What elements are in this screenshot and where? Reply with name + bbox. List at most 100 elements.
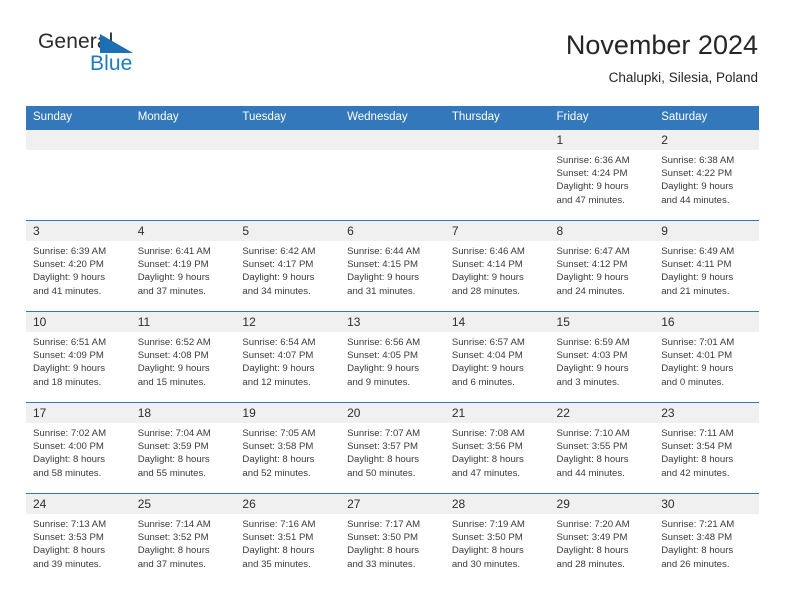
daylight-text-line1: Daylight: 8 hours: [347, 454, 420, 466]
sunset-text: Sunset: 3:52 PM: [137, 532, 209, 544]
sunrise-text: Sunrise: 7:13 AM: [33, 519, 107, 530]
day-cell-content: 23 Sunrise: 7:11 AM Sunset: 3:54 PM Dayligh…: [654, 403, 759, 493]
day-number: [444, 130, 550, 150]
daylight-text-line2: and 3 minutes.: [556, 376, 620, 388]
calendar-day-cell[interactable]: 2 Sunrise: 6:38 AM Sunset: 4:22 PM Daylight…: [654, 130, 759, 221]
day-number: 22: [549, 403, 655, 423]
calendar-day-cell[interactable]: 20 Sunrise: 7:07 AM Sunset: 3:57 PM Dayligh…: [340, 402, 445, 494]
day-details: Sunrise: 7:04 AM Sunset: 3:59 PM Daylight:…: [131, 423, 236, 480]
day-details: Sunrise: 6:47 AM Sunset: 4:12 PM Daylight:…: [550, 241, 655, 298]
day-number: [26, 130, 131, 150]
weekday-header-tuesday: Tuesday: [235, 106, 341, 130]
calendar-day-cell: [444, 130, 550, 221]
calendar-day-cell[interactable]: 7 Sunrise: 6:46 AM Sunset: 4:14 PM Daylight…: [444, 220, 550, 312]
calendar-week-row: 24 Sunrise: 7:13 AM Sunset: 3:53 PM Dayligh…: [26, 493, 759, 584]
calendar-day-cell[interactable]: 19 Sunrise: 7:05 AM Sunset: 3:58 PM Dayligh…: [235, 402, 341, 494]
day-number: 12: [235, 312, 341, 332]
calendar-table: Sunday Monday Tuesday Wednesday Thursday…: [26, 106, 759, 584]
daylight-text-line1: Daylight: 9 hours: [347, 363, 420, 375]
calendar-day-cell[interactable]: 26 Sunrise: 7:16 AM Sunset: 3:51 PM Dayligh…: [235, 493, 341, 584]
daylight-text-line1: Daylight: 8 hours: [347, 545, 420, 557]
day-details: Sunrise: 7:14 AM Sunset: 3:52 PM Daylight:…: [131, 514, 236, 571]
sunset-text: Sunset: 4:20 PM: [33, 259, 104, 271]
sunrise-text: Sunrise: 6:39 AM: [33, 246, 107, 257]
daylight-text-line2: and 47 minutes.: [451, 467, 521, 479]
daylight-text-line1: Daylight: 8 hours: [242, 545, 315, 557]
day-number: 28: [444, 494, 550, 514]
sunrise-text: Sunrise: 6:47 AM: [556, 246, 630, 257]
daylight-text-line2: and 18 minutes.: [33, 376, 102, 388]
daylight-text-line2: and 24 minutes.: [556, 285, 625, 297]
sunrise-text: Sunrise: 7:16 AM: [242, 519, 316, 530]
day-cell-content: 29 Sunrise: 7:20 AM Sunset: 3:49 PM Dayligh…: [549, 494, 655, 584]
sunset-text: Sunset: 3:59 PM: [137, 441, 209, 453]
calendar-day-cell[interactable]: 16 Sunrise: 7:01 AM Sunset: 4:01 PM Dayligh…: [654, 311, 759, 403]
day-number: 5: [235, 221, 341, 241]
day-cell-content: 18 Sunrise: 7:04 AM Sunset: 3:59 PM Dayligh…: [130, 403, 236, 493]
day-details: Sunrise: 7:21 AM Sunset: 3:48 PM Daylight:…: [654, 514, 759, 571]
calendar-week-row: 1 Sunrise: 6:36 AM Sunset: 4:24 PM Daylight…: [26, 130, 759, 221]
day-details: Sunrise: 6:56 AM Sunset: 4:05 PM Daylight:…: [340, 332, 445, 389]
day-cell-content: 14 Sunrise: 6:57 AM Sunset: 4:04 PM Dayligh…: [444, 312, 550, 402]
sunset-text: Sunset: 4:08 PM: [137, 350, 209, 362]
daylight-text-line1: Daylight: 8 hours: [661, 454, 734, 466]
calendar-day-cell[interactable]: 18 Sunrise: 7:04 AM Sunset: 3:59 PM Dayligh…: [130, 402, 236, 494]
calendar-day-cell[interactable]: 12 Sunrise: 6:54 AM Sunset: 4:07 PM Dayligh…: [235, 311, 341, 403]
page-header: General Blue November 2024 Chalupki, Sil…: [34, 28, 758, 98]
calendar-day-cell[interactable]: 30 Sunrise: 7:21 AM Sunset: 3:48 PM Dayligh…: [654, 493, 759, 584]
calendar-day-cell[interactable]: 27 Sunrise: 7:17 AM Sunset: 3:50 PM Dayligh…: [340, 493, 445, 584]
sunset-text: Sunset: 3:49 PM: [556, 532, 628, 544]
day-number: 2: [654, 130, 759, 150]
day-cell-content: 27 Sunrise: 7:17 AM Sunset: 3:50 PM Dayligh…: [340, 494, 445, 584]
calendar-day-cell[interactable]: 5 Sunrise: 6:42 AM Sunset: 4:17 PM Daylight…: [235, 220, 341, 312]
calendar-day-cell[interactable]: 6 Sunrise: 6:44 AM Sunset: 4:15 PM Daylight…: [340, 220, 445, 312]
day-number: 16: [654, 312, 759, 332]
sunrise-text: Sunrise: 6:36 AM: [556, 155, 630, 166]
daylight-text-line1: Daylight: 8 hours: [451, 545, 524, 557]
daylight-text-line1: Daylight: 9 hours: [137, 272, 210, 284]
calendar-day-cell[interactable]: 22 Sunrise: 7:10 AM Sunset: 3:55 PM Dayligh…: [549, 402, 655, 494]
daylight-text-line1: Daylight: 9 hours: [242, 272, 315, 284]
calendar-day-cell[interactable]: 13 Sunrise: 6:56 AM Sunset: 4:05 PM Dayligh…: [340, 311, 445, 403]
day-number: 30: [654, 494, 759, 514]
sunrise-text: Sunrise: 6:46 AM: [451, 246, 525, 257]
day-number: 19: [235, 403, 341, 423]
calendar-day-cell[interactable]: 24 Sunrise: 7:13 AM Sunset: 3:53 PM Dayligh…: [26, 493, 131, 584]
calendar-day-cell[interactable]: 10 Sunrise: 6:51 AM Sunset: 4:09 PM Dayligh…: [26, 311, 131, 403]
calendar-day-cell[interactable]: 28 Sunrise: 7:19 AM Sunset: 3:50 PM Dayligh…: [444, 493, 550, 584]
sunrise-text: Sunrise: 7:21 AM: [661, 519, 735, 530]
sunrise-text: Sunrise: 7:05 AM: [242, 428, 316, 439]
day-cell-content: 26 Sunrise: 7:16 AM Sunset: 3:51 PM Dayligh…: [235, 494, 341, 584]
calendar-day-cell[interactable]: 3 Sunrise: 6:39 AM Sunset: 4:20 PM Daylight…: [26, 220, 131, 312]
brand-logo[interactable]: General Blue: [34, 28, 234, 86]
day-details: Sunrise: 6:57 AM Sunset: 4:04 PM Daylight:…: [445, 332, 550, 389]
weekday-header-friday: Friday: [549, 106, 655, 130]
sunset-text: Sunset: 4:07 PM: [242, 350, 314, 362]
calendar-day-cell[interactable]: 9 Sunrise: 6:49 AM Sunset: 4:11 PM Daylight…: [654, 220, 759, 312]
day-number: 17: [26, 403, 131, 423]
calendar-day-cell[interactable]: 8 Sunrise: 6:47 AM Sunset: 4:12 PM Daylight…: [549, 220, 655, 312]
day-details: Sunrise: 6:38 AM Sunset: 4:22 PM Daylight:…: [654, 150, 759, 207]
sunset-text: Sunset: 4:09 PM: [33, 350, 104, 362]
calendar-day-cell[interactable]: 14 Sunrise: 6:57 AM Sunset: 4:04 PM Dayligh…: [444, 311, 550, 403]
calendar-day-cell[interactable]: 25 Sunrise: 7:14 AM Sunset: 3:52 PM Dayligh…: [130, 493, 236, 584]
sunset-text: Sunset: 4:14 PM: [451, 259, 523, 271]
calendar-day-cell[interactable]: 21 Sunrise: 7:08 AM Sunset: 3:56 PM Dayligh…: [444, 402, 550, 494]
calendar-day-cell[interactable]: 23 Sunrise: 7:11 AM Sunset: 3:54 PM Dayligh…: [654, 402, 759, 494]
daylight-text-line2: and 34 minutes.: [242, 285, 311, 297]
sunrise-text: Sunrise: 7:14 AM: [137, 519, 211, 530]
day-cell-content: 11 Sunrise: 6:52 AM Sunset: 4:08 PM Dayligh…: [130, 312, 236, 402]
calendar-day-cell[interactable]: 15 Sunrise: 6:59 AM Sunset: 4:03 PM Dayligh…: [549, 311, 655, 403]
calendar-day-cell[interactable]: 1 Sunrise: 6:36 AM Sunset: 4:24 PM Daylight…: [549, 130, 655, 221]
daylight-text-line2: and 0 minutes.: [661, 376, 725, 388]
sunset-text: Sunset: 4:01 PM: [661, 350, 733, 362]
calendar-day-cell[interactable]: 29 Sunrise: 7:20 AM Sunset: 3:49 PM Dayligh…: [549, 493, 655, 584]
calendar-day-cell[interactable]: 17 Sunrise: 7:02 AM Sunset: 4:00 PM Dayligh…: [26, 402, 131, 494]
daylight-text-line2: and 39 minutes.: [33, 558, 102, 570]
day-number: 11: [130, 312, 236, 332]
calendar-day-cell[interactable]: 4 Sunrise: 6:41 AM Sunset: 4:19 PM Daylight…: [130, 220, 236, 312]
daylight-text-line1: Daylight: 9 hours: [556, 363, 629, 375]
day-details: Sunrise: 6:51 AM Sunset: 4:09 PM Daylight:…: [26, 332, 131, 389]
calendar-day-cell[interactable]: 11 Sunrise: 6:52 AM Sunset: 4:08 PM Dayligh…: [130, 311, 236, 403]
day-number: 15: [549, 312, 655, 332]
